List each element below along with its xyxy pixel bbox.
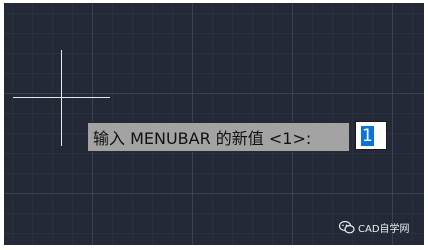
watermark: CAD自学网 [339, 220, 410, 235]
prompt-label: 输入 MENUBAR 的新值 <1>: [93, 129, 312, 148]
screenshot-frame: 输入 MENUBAR 的新值 <1>: 1 CAD自学网 [0, 0, 428, 250]
wechat-icon [339, 221, 355, 234]
dynamic-input-prompt: 输入 MENUBAR 的新值 <1>: [87, 122, 350, 152]
watermark-text: CAD自学网 [358, 224, 410, 235]
dynamic-input-field[interactable]: 1 [355, 121, 387, 150]
drawing-canvas[interactable]: 输入 MENUBAR 的新值 <1>: 1 CAD自学网 [4, 3, 424, 245]
crosshair-vertical [61, 50, 62, 146]
input-value[interactable]: 1 [361, 125, 374, 146]
